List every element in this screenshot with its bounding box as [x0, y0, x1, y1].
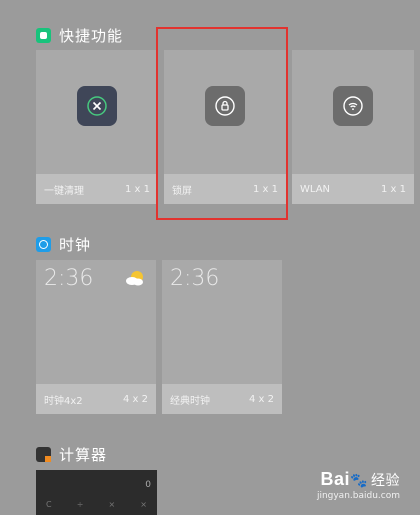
tile-label: WLAN — [300, 183, 331, 195]
calculator-keys: C ÷ × × — [46, 500, 147, 509]
lock-icon — [205, 86, 245, 126]
clock-header: 时钟 — [36, 234, 91, 255]
widget-size: 4 x 2 — [123, 393, 148, 405]
tile-one-key-clean[interactable]: 一键清理 1 x 1 — [36, 50, 158, 204]
watermark-brand-right: 经验 — [371, 472, 400, 488]
tile-footer: WLAN 1 x 1 — [292, 174, 414, 204]
tile-lock-screen[interactable]: 锁屏 1 x 1 — [164, 50, 286, 204]
calc-key: ÷ — [76, 500, 84, 509]
calculator-title: 计算器 — [59, 446, 108, 464]
quick-functions-row: 一键清理 1 x 1 锁屏 1 x 1 WLAN 1 x 1 — [36, 50, 420, 204]
baidu-jingyan-watermark: Bai🐾 经验 jingyan.baidu.com — [317, 469, 400, 501]
calculator-app-icon — [36, 447, 51, 462]
classic-clock-widget[interactable]: 2:36 经典时钟 4 x 2 — [162, 260, 282, 414]
tile-size: 1 x 1 — [253, 183, 278, 195]
widget-footer: 时钟4x2 4 x 2 — [36, 384, 156, 414]
quick-functions-icon — [36, 28, 51, 43]
clean-icon — [77, 86, 117, 126]
widget-footer: 经典时钟 4 x 2 — [162, 384, 282, 414]
calculator-widget[interactable]: 0 C ÷ × × — [36, 470, 157, 515]
watermark-brand-left: Bai — [320, 469, 351, 489]
tile-label: 一键清理 — [44, 185, 84, 197]
tile-size: 1 x 1 — [125, 183, 150, 195]
clock-time: 2:36 — [44, 266, 94, 291]
weather-sun-cloud-icon — [126, 271, 143, 286]
tile-wlan[interactable]: WLAN 1 x 1 — [292, 50, 414, 204]
calculator-display: 0 — [145, 480, 151, 490]
clock-time: 2:36 — [170, 266, 220, 291]
watermark-url: jingyan.baidu.com — [316, 491, 400, 501]
calc-key: C — [46, 500, 52, 509]
widget-size: 4 x 2 — [249, 393, 274, 405]
quick-functions-title: 快捷功能 — [59, 27, 124, 45]
widget-label: 时钟4x2 — [44, 395, 83, 407]
quick-functions-header: 快捷功能 — [36, 25, 123, 46]
wifi-icon — [333, 86, 373, 126]
watermark-brand: Bai🐾 经验 — [317, 469, 400, 490]
clock-app-icon — [36, 237, 51, 252]
calc-key: × — [108, 500, 116, 509]
calc-key: × — [140, 500, 147, 509]
clock-widget-4x2[interactable]: 2:36 时钟4x2 4 x 2 — [36, 260, 156, 414]
clock-row: 2:36 时钟4x2 4 x 2 2:36 经典时钟 4 x 2 — [36, 260, 282, 414]
widget-label: 经典时钟 — [170, 395, 210, 407]
tile-label: 锁屏 — [172, 185, 192, 197]
clock-title: 时钟 — [59, 236, 92, 254]
tile-footer: 锁屏 1 x 1 — [164, 174, 286, 204]
paw-icon: 🐾 — [350, 472, 368, 488]
tile-size: 1 x 1 — [381, 183, 406, 195]
tile-footer: 一键清理 1 x 1 — [36, 174, 158, 204]
calculator-header: 计算器 — [36, 444, 107, 465]
